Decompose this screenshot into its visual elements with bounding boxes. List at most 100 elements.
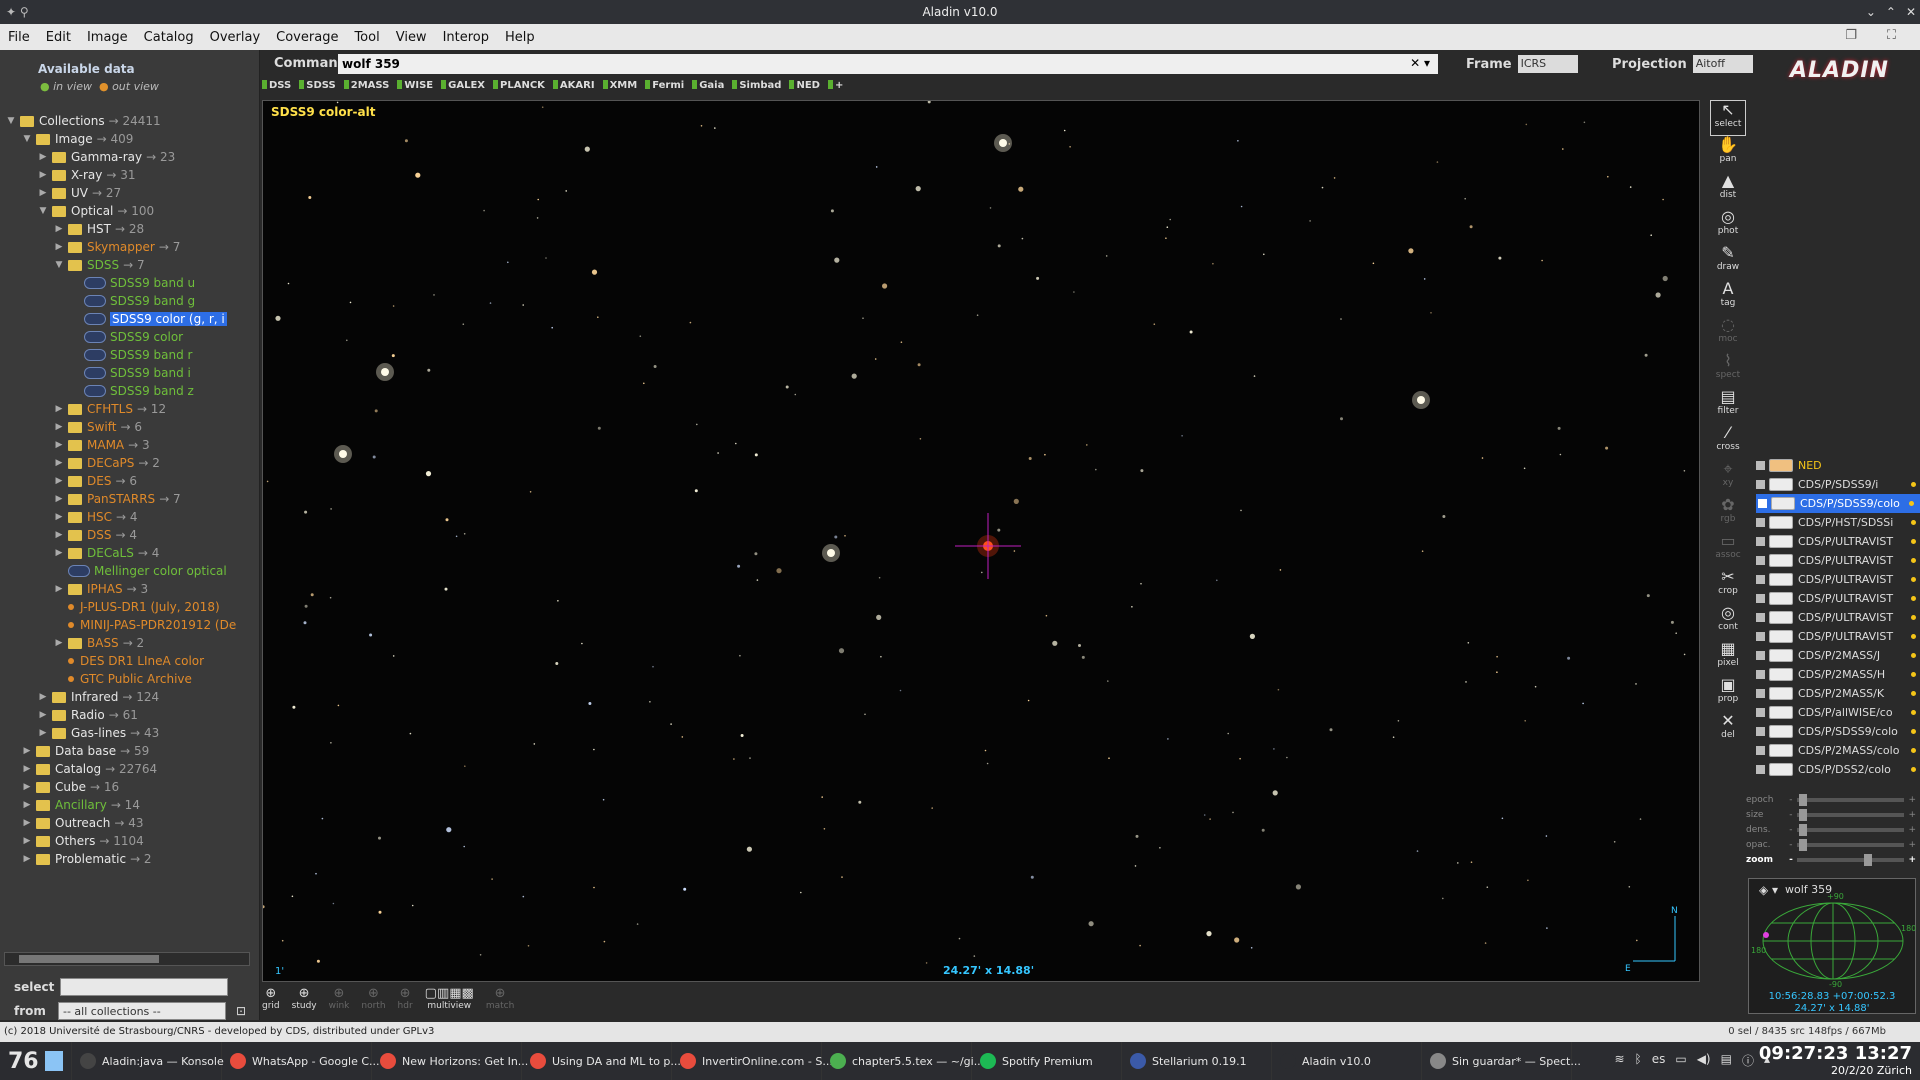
tool-draw[interactable]: ✎ draw — [1710, 244, 1746, 280]
expand-arrow-icon[interactable]: ▶ — [22, 764, 32, 774]
survey-sdss[interactable]: SDSS — [299, 80, 335, 91]
slider-track[interactable] — [1796, 823, 1905, 836]
tool-del[interactable]: ✕ del — [1710, 712, 1746, 748]
slider-knob[interactable] — [1798, 838, 1807, 851]
notifications-icon[interactable]: ⓘ — [1742, 1052, 1754, 1069]
menu-catalog[interactable]: Catalog — [136, 30, 202, 45]
desktop-pager-icon[interactable] — [44, 1051, 63, 1071]
eye-icon[interactable] — [1769, 725, 1793, 738]
slider-knob[interactable] — [1863, 853, 1872, 866]
menu-overlay[interactable]: Overlay — [202, 30, 269, 45]
slider-opac.[interactable]: opac. - + — [1746, 837, 1916, 852]
taskbar-item[interactable]: New Horizons: Get In... — [372, 1042, 528, 1080]
taskbar-item[interactable]: Sin guardar* — Spect... — [1422, 1042, 1581, 1080]
slider-knob[interactable] — [1798, 793, 1807, 806]
catalog-layer-icon[interactable] — [1769, 459, 1793, 472]
tree-node-folder[interactable]: ▶ Outreach → 43 — [6, 814, 256, 832]
layer-visibility-checkbox[interactable] — [1756, 746, 1765, 755]
eye-icon[interactable] — [1769, 573, 1793, 586]
layer-visibility-checkbox[interactable] — [1756, 518, 1765, 527]
layer-row[interactable]: CDS/P/SDSS9/i — [1756, 475, 1920, 494]
tree-node-leaf[interactable]: SDSS9 color (g, r, i — [6, 310, 256, 328]
clear-command-icon[interactable]: ✕ ▾ — [1410, 56, 1430, 70]
tree-node-folder[interactable]: ▶ X-ray → 31 — [6, 166, 256, 184]
expand-arrow-icon[interactable]: ▶ — [54, 530, 64, 540]
expand-arrow-icon[interactable]: ▶ — [54, 494, 64, 504]
expand-arrow-icon[interactable]: ▶ — [38, 728, 48, 738]
survey-planck[interactable]: PLANCK — [493, 80, 545, 91]
layer-row[interactable]: CDS/P/2MASS/H — [1756, 665, 1920, 684]
tree-node-folder[interactable]: ▶ Catalog → 22764 — [6, 760, 256, 778]
battery-icon[interactable]: ▭ — [1675, 1052, 1686, 1069]
layer-row[interactable]: CDS/P/ULTRAVIST — [1756, 532, 1920, 551]
close-icon[interactable]: ✕ — [1906, 0, 1916, 24]
tree-node-dot[interactable]: J-PLUS-DR1 (July, 2018) — [6, 598, 256, 616]
restore-icon[interactable]: ❐ — [1837, 28, 1865, 43]
expand-arrow-icon[interactable]: ▶ — [54, 242, 64, 252]
slider-knob[interactable] — [1798, 823, 1807, 836]
tree-node-folder[interactable]: ▼ Image → 409 — [6, 130, 256, 148]
sky-view[interactable]: NE SDSS9 color-alt 1' 24.27' x 14.88' — [262, 100, 1700, 982]
layer-visibility-checkbox[interactable] — [1756, 708, 1765, 717]
tree-node-dot[interactable]: GTC Public Archive — [6, 670, 256, 688]
tool-phot[interactable]: ◎ phot — [1710, 208, 1746, 244]
expand-arrow-icon[interactable]: ▶ — [54, 224, 64, 234]
tree-node-folder[interactable]: ▼ Collections → 24411 — [6, 112, 256, 130]
view-tool-study[interactable]: ⊕ study — [292, 986, 317, 1011]
menu-file[interactable]: File — [0, 30, 38, 45]
tool-prop[interactable]: ▣ prop — [1710, 676, 1746, 712]
survey-gaia[interactable]: Gaia — [692, 80, 724, 91]
expand-arrow-icon[interactable]: ▶ — [22, 782, 32, 792]
layer-visibility-checkbox[interactable] — [1756, 727, 1765, 736]
clipboard-icon[interactable]: ▤ — [1721, 1052, 1732, 1069]
survey-dss[interactable]: DSS — [262, 80, 291, 91]
collapse-arrow-icon[interactable]: ▼ — [38, 206, 48, 216]
survey-simbad[interactable]: Simbad — [732, 80, 781, 91]
slider-plus[interactable]: + — [1908, 810, 1916, 820]
wifi-icon[interactable]: ≋ — [1614, 1052, 1624, 1069]
menu-view[interactable]: View — [388, 30, 435, 45]
menu-interop[interactable]: Interop — [435, 30, 497, 45]
layer-visibility-checkbox[interactable] — [1756, 670, 1765, 679]
slider-zoom[interactable]: zoom - + — [1746, 852, 1916, 867]
tree-node-folder[interactable]: ▼ SDSS → 7 — [6, 256, 256, 274]
tool-select[interactable]: ↖ select — [1710, 100, 1746, 136]
view-tool-multiview[interactable]: ▢▥▦▩ multiview — [425, 986, 474, 1011]
menu-help[interactable]: Help — [497, 30, 543, 45]
tree-node-leaf[interactable]: SDSS9 band i — [6, 364, 256, 382]
slider-plus[interactable]: + — [1908, 795, 1916, 805]
eye-icon[interactable] — [1769, 611, 1793, 624]
menu-tool[interactable]: Tool — [346, 30, 387, 45]
layer-visibility-checkbox[interactable] — [1756, 480, 1765, 489]
expand-arrow-icon[interactable]: ▶ — [38, 152, 48, 162]
scrollbar-thumb[interactable] — [19, 955, 159, 963]
layer-row[interactable]: CDS/P/allWISE/co — [1756, 703, 1920, 722]
tree-node-folder[interactable]: ▶ Swift → 6 — [6, 418, 256, 436]
expand-arrow-icon[interactable]: ▶ — [54, 476, 64, 486]
slider-track[interactable] — [1796, 838, 1905, 851]
tree-node-folder[interactable]: ▶ DES → 6 — [6, 472, 256, 490]
taskbar-item[interactable]: InvertirOnline.com - S... — [672, 1042, 833, 1080]
expand-arrow-icon[interactable]: ▶ — [54, 548, 64, 558]
layer-row[interactable]: CDS/P/HST/SDSSi — [1756, 513, 1920, 532]
layer-visibility-checkbox[interactable] — [1756, 651, 1765, 660]
taskbar-item[interactable]: Stellarium 0.19.1 — [1122, 1042, 1272, 1080]
from-dropdown[interactable]: -- all collections -- — [58, 1002, 226, 1020]
layer-visibility-checkbox[interactable] — [1756, 556, 1765, 565]
eye-icon[interactable] — [1769, 554, 1793, 567]
layer-row[interactable]: CDS/P/SDSS9/colo — [1756, 722, 1920, 741]
slider-plus[interactable]: + — [1908, 840, 1916, 850]
taskbar-item[interactable]: Aladin:java — Konsole — [72, 1042, 224, 1080]
survey-2mass[interactable]: 2MASS — [344, 80, 390, 91]
layer-visibility-checkbox[interactable] — [1758, 499, 1767, 508]
eye-icon[interactable] — [1769, 630, 1793, 643]
start-menu-button[interactable]: 76 — [0, 1042, 72, 1080]
survey-akari[interactable]: AKARI — [553, 80, 595, 91]
expand-arrow-icon[interactable]: ▶ — [54, 440, 64, 450]
layer-row[interactable]: CDS/P/DSS2/colo — [1756, 760, 1920, 779]
survey-fermi[interactable]: Fermi — [645, 80, 684, 91]
bluetooth-icon[interactable]: ᛒ — [1635, 1052, 1642, 1069]
expand-arrow-icon[interactable]: ▶ — [38, 692, 48, 702]
slider-knob[interactable] — [1798, 808, 1807, 821]
layer-row[interactable]: CDS/P/2MASS/J — [1756, 646, 1920, 665]
